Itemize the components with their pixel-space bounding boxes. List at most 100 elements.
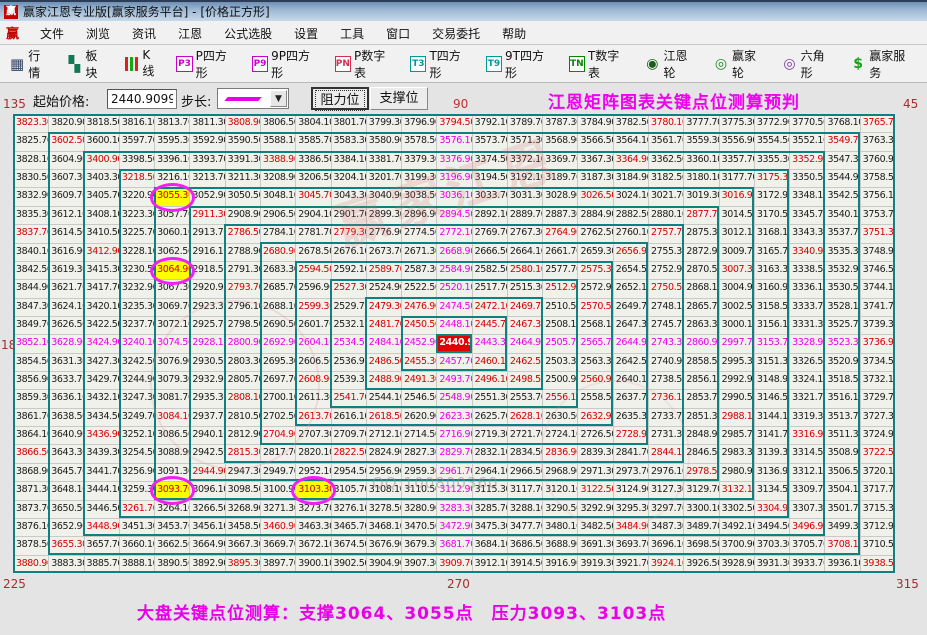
grid-cell: 3859.30 <box>14 390 49 408</box>
menu-item-2[interactable]: 资讯 <box>121 24 167 44</box>
toolbar-button-六角形[interactable]: ◎ 六角形 <box>778 44 838 84</box>
grid-cell: 3554.50 <box>754 133 790 151</box>
grid-cell: 3914.50 <box>507 555 543 573</box>
grid-cell: 2661.70 <box>543 243 578 261</box>
grid-cell: 3626.50 <box>49 316 84 335</box>
start-price-input[interactable] <box>107 89 177 109</box>
grid-cell: 3624.10 <box>49 298 84 316</box>
menu-item-4[interactable]: 公式选股 <box>213 24 283 44</box>
grid-cell: 2980.90 <box>719 463 754 482</box>
grid-cell: 2472.10 <box>472 298 507 316</box>
toolbar-button-9T四方形[interactable]: T9 9T四方形 <box>483 44 557 84</box>
grid-cell: 2539.30 <box>331 372 366 390</box>
resistance-button[interactable]: 阻力位 <box>311 87 369 111</box>
grid-cell: 3302.50 <box>719 500 754 518</box>
gann-square-grid: 3823.303820.903818.503816.103813.703811.… <box>13 114 895 573</box>
grid-cell: 2875.30 <box>684 225 719 243</box>
grid-cell: 3189.70 <box>543 170 578 188</box>
toolbar-button-板块[interactable]: ▚ 板块 <box>63 44 111 84</box>
blocks-icon: ▚ <box>68 54 80 73</box>
toolbar-button-label: 六角形 <box>800 48 825 80</box>
grid-cell: 3206.50 <box>296 170 331 188</box>
hexagon-icon: ◎ <box>783 55 796 72</box>
grid-cell: 2654.50 <box>613 261 649 280</box>
grid-cell: 3780.10 <box>649 115 684 133</box>
toolbar-button-T数字表[interactable]: TN T数字表 <box>566 44 633 84</box>
grid-cell: 3225.70 <box>119 225 155 243</box>
grid-cell: 3590.50 <box>225 133 260 151</box>
grid-cell: 2954.50 <box>331 463 366 482</box>
grid-cell: 3331.30 <box>790 316 825 335</box>
grid-cell: 3086.50 <box>155 427 190 445</box>
grid-cell: 2455.30 <box>402 353 437 372</box>
grid-cell: 3640.90 <box>49 427 84 445</box>
grid-cell: 2920.90 <box>190 280 225 298</box>
toolbar-button-江恩轮[interactable]: ◉ 江恩轮 <box>641 44 701 84</box>
menu-item-5[interactable]: 设置 <box>283 24 329 44</box>
grid-cell: 2599.30 <box>296 298 331 316</box>
grid-cell: 2683.30 <box>260 261 296 280</box>
grid-cell: 3660.10 <box>119 537 155 555</box>
grid-cell: 3124.90 <box>613 482 649 500</box>
toolbar-button-行情[interactable]: ▦ 行情 <box>6 44 54 84</box>
grid-cell: 3285.70 <box>472 500 507 518</box>
grid-cell: 3350.50 <box>790 170 825 188</box>
grid-cell: 3340.90 <box>790 243 825 261</box>
grid-cell: 3336.10 <box>790 280 825 298</box>
dropdown-arrow-icon[interactable]: ▼ <box>270 90 287 107</box>
grid-cell: 3679.30 <box>402 537 437 555</box>
toolbar-button-P数字表[interactable]: PN P数字表 <box>332 44 399 84</box>
grid-cell: 3506.50 <box>825 463 860 482</box>
grid-cell: 3108.10 <box>366 482 402 500</box>
grid-cell: 3693.70 <box>613 537 649 555</box>
grid-cell: 2997.70 <box>719 335 754 353</box>
grid-cell: 2901.70 <box>331 206 366 225</box>
window-title: 赢家江恩专业版[赢家服务平台] - [价格正方形] <box>23 5 270 19</box>
grid-cell: 3744.10 <box>860 280 895 298</box>
grid-cell: 3261.70 <box>119 500 155 518</box>
grid-cell: 2613.70 <box>296 408 331 427</box>
menu-item-1[interactable]: 浏览 <box>75 24 121 44</box>
grid-cell: 2822.50 <box>331 445 366 463</box>
grid-cell: 2594.50 <box>296 261 331 280</box>
grid-cell: 3434.50 <box>84 408 119 427</box>
toolbar-button-9P四方形[interactable]: P9 9P四方形 <box>249 44 323 84</box>
toolbar-button-P四方形[interactable]: P3 P四方形 <box>173 44 240 84</box>
menu-item-8[interactable]: 交易委托 <box>421 24 491 44</box>
grid-cell: 3511.30 <box>825 427 860 445</box>
toolbar-button-赢家轮[interactable]: ◎ 赢家轮 <box>710 44 770 84</box>
step-style-dropdown[interactable]: ▼ <box>217 88 289 109</box>
menu-item-9[interactable]: 帮助 <box>491 24 537 44</box>
grid-cell: 3196.90 <box>437 170 472 188</box>
grid-cell: 3280.90 <box>402 500 437 518</box>
toolbar-button-T四方形[interactable]: T3 T四方形 <box>407 44 474 84</box>
grid-cell: 3230.50 <box>119 261 155 280</box>
menu-item-3[interactable]: 江恩 <box>167 24 213 44</box>
toolbar-button-赢家服务[interactable]: $ 赢家服务 <box>847 44 918 84</box>
grid-cell: 2781.70 <box>296 225 331 243</box>
grid-cell: 3333.70 <box>790 298 825 316</box>
grid-cell: 2942.50 <box>190 445 225 463</box>
grid-cell: 2985.70 <box>719 427 754 445</box>
toolbar-button-K线[interactable]: K线 <box>120 44 164 84</box>
grid-cell: 2832.10 <box>472 445 507 463</box>
grid-cell: 2978.50 <box>684 463 719 482</box>
grid-cell: 3105.70 <box>331 482 366 500</box>
grid-cell: 3036.10 <box>437 188 472 206</box>
grid-cell: 3823.30 <box>14 115 49 133</box>
support-button[interactable]: 支撑位 <box>370 87 428 110</box>
grid-cell: 3360.10 <box>684 151 719 170</box>
menu-item-0[interactable]: 文件 <box>29 24 75 44</box>
grid-cell: 3091.30 <box>155 463 190 482</box>
grid-cell: 3408.10 <box>84 206 119 225</box>
menu-item-7[interactable]: 窗口 <box>375 24 421 44</box>
toolbar-button-label: 江恩轮 <box>663 48 688 80</box>
toolbar-button-label: 9P四方形 <box>271 48 311 80</box>
grid-cell: 3465.70 <box>331 518 366 537</box>
menu-item-6[interactable]: 工具 <box>329 24 375 44</box>
grid-cell: 3504.10 <box>825 482 860 500</box>
grid-cell: 3180.10 <box>684 170 719 188</box>
grid-cell: 3607.30 <box>49 170 84 188</box>
grid-cell: 3393.70 <box>190 151 225 170</box>
grid-cell: 3194.50 <box>472 170 507 188</box>
